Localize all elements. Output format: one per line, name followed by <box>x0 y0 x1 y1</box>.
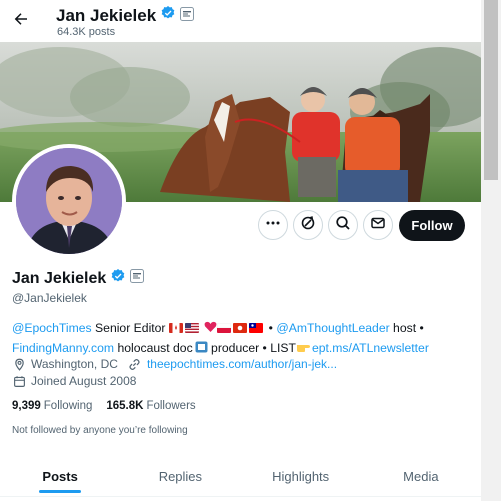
follow-button[interactable]: Follow <box>399 210 465 241</box>
calendar-icon <box>12 374 26 388</box>
profile-stats: 9,399 Following 165.8K Followers <box>12 400 196 412</box>
us-flag-icon <box>184 321 201 335</box>
profile-name: Jan Jekielek <box>12 269 107 287</box>
search-icon <box>335 215 351 236</box>
tab-highlights[interactable]: Highlights <box>241 455 361 497</box>
tab-posts[interactable]: Posts <box>0 455 120 497</box>
following-label: Following <box>43 400 93 412</box>
profile-joined-line: Joined August 2008 <box>12 374 136 388</box>
profile-tabs: Posts Replies Highlights Media <box>0 455 481 497</box>
bio-sep: • <box>265 321 277 335</box>
followers-label: Followers <box>146 400 196 412</box>
following-link[interactable]: 9,399 Following <box>12 400 92 412</box>
pointing-hand-icon <box>296 341 312 355</box>
profile-website-link[interactable]: theepochtimes.com/author/jan-jek... <box>147 357 337 371</box>
tab-posts-label: Posts <box>42 468 78 484</box>
profile-handle: @JanJekielek <box>12 291 87 305</box>
header-post-count: 64.3K posts <box>57 26 116 38</box>
top-bar: Jan Jekielek 64.3K posts <box>0 0 481 42</box>
not-followed-note: Not followed by anyone you’re following <box>12 425 188 436</box>
tabs-divider <box>0 496 481 497</box>
following-count: 9,399 <box>12 400 41 412</box>
more-icon <box>265 215 281 236</box>
active-tab-indicator <box>39 490 82 493</box>
bio-epoch-link[interactable]: @EpochTimes <box>12 321 92 335</box>
bio-role: Senior Editor <box>91 321 169 335</box>
back-arrow-icon[interactable] <box>10 8 32 30</box>
bio-manny-link[interactable]: FindingManny.com <box>12 341 114 355</box>
affiliate-badge-icon[interactable] <box>180 6 195 26</box>
header-title: Jan Jekielek <box>56 5 195 26</box>
bio-host: host • <box>389 321 424 335</box>
message-icon <box>370 215 386 236</box>
profile-joined: Joined August 2008 <box>31 374 137 388</box>
bio-list-link[interactable]: ept.ms/ATLnewsletter <box>312 341 429 355</box>
verified-badge-icon[interactable] <box>110 268 126 289</box>
profile-location: Washington, DC <box>31 357 118 371</box>
taiwan-flag-icon <box>249 321 265 335</box>
bio-am-link[interactable]: @AmThoughtLeader <box>276 321 389 335</box>
tab-media-label: Media <box>403 468 439 484</box>
subscribe-icon <box>300 215 316 236</box>
tab-replies[interactable]: Replies <box>120 455 240 497</box>
profile-meta-line: Washington, DC theepochtimes.com/author/… <box>12 357 337 371</box>
profile-actions: Follow <box>0 210 481 242</box>
more-button[interactable] <box>258 210 288 240</box>
film-icon <box>193 341 208 355</box>
poland-flag-icon <box>217 321 233 335</box>
search-button[interactable] <box>328 210 358 240</box>
tab-media[interactable]: Media <box>361 455 481 497</box>
verified-badge-icon <box>160 5 176 26</box>
bio-doc: holocaust doc <box>114 341 193 355</box>
scrollbar-thumb[interactable] <box>484 0 498 180</box>
tab-replies-label: Replies <box>158 468 203 484</box>
profile-bio: @EpochTimes Senior Editor • @AmThoughtLe… <box>12 318 472 358</box>
location-icon <box>12 357 26 371</box>
profile-name-row: Jan Jekielek <box>12 268 145 289</box>
canada-flag-icon <box>168 321 185 335</box>
subscribe-button[interactable] <box>293 210 323 240</box>
bio-producer: producer • LIST <box>207 341 296 355</box>
followers-link[interactable]: 165.8K Followers <box>106 400 195 412</box>
followers-count: 165.8K <box>106 400 144 412</box>
link-icon <box>128 357 142 371</box>
hongkong-flag-icon <box>233 321 249 335</box>
header-name: Jan Jekielek <box>56 5 157 25</box>
tab-highlights-label: Highlights <box>272 468 330 484</box>
affiliate-badge-icon[interactable] <box>130 269 145 288</box>
message-button[interactable] <box>363 210 393 240</box>
heart-icon <box>204 321 217 335</box>
